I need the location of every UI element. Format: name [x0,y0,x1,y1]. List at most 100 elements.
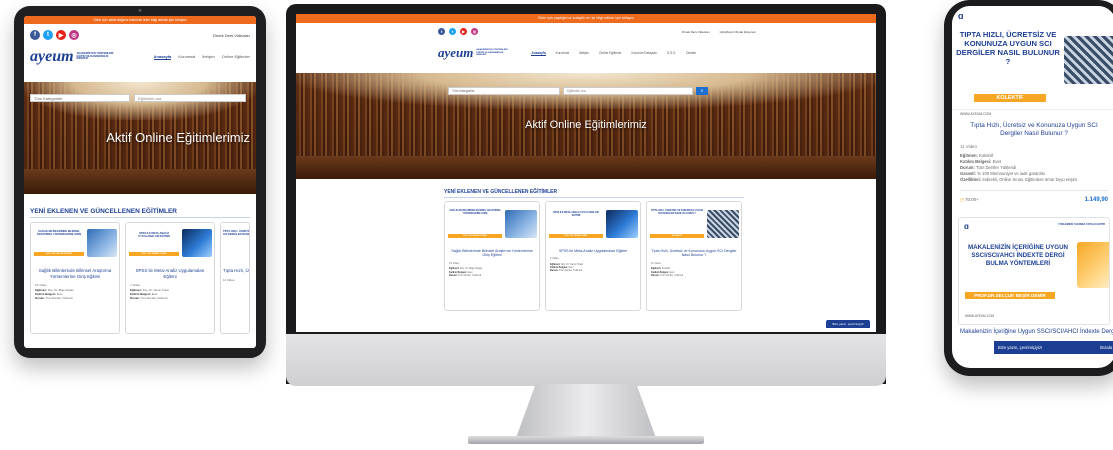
logo-tagline: AKADEMİSYEN YÖNTEMLERİ EĞİTİM VE DANIŞMA… [476,49,507,57]
course-name[interactable]: Tıpta Hızlı, Ücretsiz ve Konunuza Uygun … [651,249,737,258]
course-card[interactable]: ɑ YÜKLEMESİ YAKINDA YAPILACAKTIR MAKALEN… [958,217,1110,326]
course-meta: Eğitmen: Kolektif Katılım Belgesi: Evet … [651,267,737,277]
logo-tagline-line: MERKEZİ [476,54,487,57]
course-author: PROF.DR.SELÇUK BEŞİR DEMİR [965,292,1055,300]
course-name[interactable]: SPSS ile Meta-Analiz Uygulamaları Eğitim… [130,268,210,279]
desktop-header: ayeum AKADEMİSYEN YÖNTEMLERİ EĞİTİM VE D… [296,35,876,69]
chat-action[interactable]: İmzala [1100,345,1112,350]
search-bar: Tüm Kategoriler Eğitimleri ara [30,94,246,102]
course-name[interactable]: Makalenizin İçeriğine Uygun SSCI/SCI/AHC… [952,325,1113,339]
free-videos-link[interactable]: Örnek Ders Videoları [682,30,710,34]
meta-value: Tüm Dersler Yüklendi [458,273,482,277]
course-body: Sağlık Bilimlerinde Bilimsel Araştırma Y… [445,246,539,280]
desktop-screen: Sizin için yaptığımız kolaylık en iyi bi… [296,14,876,332]
course-body: Tıpta Hızlı, Ücretsiz ve Konunuza Uygun … [647,246,741,280]
brand-mark-icon: ɑ [958,11,964,21]
course-meta-row: Özellikleri: İndirekli, Online Sınav, Eğ… [960,177,1108,183]
live-chat-button[interactable]: Bize yazın, çevrimiçiyiz! İmzala [994,341,1113,354]
course-author: DOÇ. DR. BİLGE DOĞAN [448,234,502,238]
live-chat-button[interactable]: Bize yazın, çevrimiçiyiz! [826,320,870,328]
site-logo[interactable]: ayeum AKADEMİSYEN YÖNTEMLERİ EĞİTİM VE D… [30,48,113,66]
menu-item-home[interactable]: Anasayfa [531,51,546,56]
top-links: Örnek Ders Videoları Giriş/Kayıt Olmak İ… [682,30,756,34]
hero-banner: Tüm Kategoriler Eğitimleri ara Aktif Onl… [24,82,256,194]
facebook-icon[interactable]: f [438,28,445,35]
search-input[interactable]: Eğitimleri ara [134,94,246,102]
course-image-title: TIPTA HIZLI, ÜCRETSİZ VE KONUNUZA UYGUN … [956,30,1060,67]
youtube-icon[interactable]: ▶ [460,28,467,35]
menu-item-setup-details[interactable]: Kurulum Detayları [632,51,658,56]
search-button[interactable]: ⌕ [696,87,708,95]
youtube-icon[interactable]: ▶ [56,30,66,40]
menu-item-contact[interactable]: İletişim [202,54,214,60]
category-select[interactable]: Tüm Kategoriler [30,94,130,102]
tablet-header: ayeum AKADEMİSYEN YÖNTEMLERİ EĞİTİM VE D… [24,40,256,72]
course-carousel: SAĞLIK BİLİMLERİNDE BİLİMSEL ARAŞTIRMA Y… [296,198,876,311]
monitor-neck [516,384,656,438]
course-image-title: TIPTA HIZLI, ÜCRETSİZ VE KONUNUZA UYGUN … [651,210,703,215]
course-author: KOLEKTİF [974,94,1046,102]
course-meta: Eğitmen: Doç. Dr. Bilge Doğan Katılım Be… [35,288,115,301]
meta-key: Durum: [651,273,660,277]
meta-key: Durum: [130,295,140,300]
social-links: f t ▶ ◎ [30,30,79,40]
meta-key: Garanti: [960,170,977,176]
twitter-icon[interactable]: t [43,30,53,40]
announcement-bar[interactable]: Sizin için yaptığımız kolaylık en iyi bi… [296,14,876,23]
menu-item-home[interactable]: Anasayfa [153,54,172,60]
menu-item-support[interactable]: Destek [686,51,696,56]
login-link[interactable]: Giriş/Kayıt Olmak İstiyorum [720,30,756,34]
menu-item-faq[interactable]: S.S.S. [667,51,676,56]
course-card[interactable]: TIPTA HIZLI, ÜCRETSİZ VE KONUNUZA UYGUN … [220,222,250,334]
twitter-icon[interactable]: t [449,28,456,35]
menu-item-contact[interactable]: İletişim [579,51,589,56]
course-videos: 11 Video [223,277,235,282]
instagram-icon[interactable]: ◎ [471,28,478,35]
course-videos: 15 Video [35,283,47,287]
course-card[interactable]: SPSS İLE META-ANALİZ UYGULAMALARI EĞİTİM… [125,222,215,334]
menu-item-corporate[interactable]: Kurumsal [556,51,569,56]
tablet-screen: Sizin için aktarıldığına bakmak ister bi… [24,16,256,348]
monitor-base [468,436,704,444]
site-logo[interactable]: ayeum AKADEMİSYEN YÖNTEMLERİ EĞİTİM VE D… [438,45,507,61]
chat-label: Bize yazın, çevrimiçiyiz! [832,322,864,326]
course-meta-row: Durum: Tüm Dersler Yüklendi [35,296,115,301]
course-name[interactable]: Sağlık Bilimlerinde Bilimsel Araştırma Y… [35,268,115,279]
menu-item-online-courses[interactable]: Online Eğitimler [599,51,622,56]
section-title: YENİ EKLENEN VE GÜNCELLENEN EĞİTİMLER [444,189,558,195]
course-meta: Eğitmen: Kolektif Katılım Belgesi: Evet … [960,153,1108,182]
course-card[interactable]: SAĞLIK BİLİMLERİNDE BİLİMSEL ARAŞTIRMA Y… [444,201,540,311]
desktop-top-row: f t ▶ ◎ Örnek Ders Videoları Giriş/Kayıt… [296,23,876,35]
course-image-title: SAĞLIK BİLİMLERİNDE BİLİMSEL ARAŞTIRMA Y… [449,210,501,215]
menu-item-corporate[interactable]: Kurumsal [178,54,195,60]
category-select[interactable]: Tüm Kategoriler [448,87,560,95]
search-input[interactable]: Eğitimleri ara [563,87,693,95]
course-name[interactable]: Tıpta Hızlı, Ücretsiz ve Konunuza Uygun … [960,122,1108,138]
course-meta: Eğitmen: Doç. Dr. Demir Topal Katılım Be… [550,263,636,273]
free-videos-link[interactable]: Örnek Ders Videoları [213,33,250,38]
course-name[interactable]: Tıpta Hızlı, Ücretsiz ve Konunuza Uygun … [223,268,249,274]
instagram-icon[interactable]: ◎ [69,30,79,40]
logo-wordmark: ayeum [30,48,74,65]
course-body: Tıpta Hızlı, Ücretsiz ve Konunuza Uygun … [221,265,249,285]
course-carousel: SAĞLIK BİLİMLERİNDE BİLİMSEL ARAŞTIRMA Y… [24,218,256,338]
course-videos: 7 Video [130,283,141,287]
course-card[interactable]: TIPTA HIZLI, ÜCRETSİZ VE KONUNUZA UYGUN … [646,201,742,311]
menu-item-online-courses[interactable]: Online Eğitimler [222,54,250,60]
chat-label: Bize yazın, çevrimiçiyiz! [998,345,1043,350]
logo-tagline: AKADEMİSYEN YÖNTEMLERİ EĞİTİM VE DANIŞMA… [77,52,114,62]
course-card[interactable]: SPSS İLE META-ANALİZ UYGULAMALARI EĞİTİM… [545,201,641,311]
course-name[interactable]: Sağlık Bilimlerinde Bilimsel Araştırma Y… [449,249,535,258]
course-name[interactable]: SPSS ile Meta-Analiz Uygulamaları Eğitim… [550,249,636,253]
maze-illustration [707,210,739,238]
course-body: Sağlık Bilimlerinde Bilimsel Araştırma Y… [31,265,119,303]
section-header: YENİ EKLENEN VE GÜNCELLENEN EĞİTİMLER [296,179,876,198]
course-image: TIPTA HIZLI, ÜCRETSİZ VE KONUNUZA UYGUN … [647,202,741,246]
facebook-icon[interactable]: f [30,30,40,40]
maze-illustration [1064,36,1113,84]
meta-key: Özellikleri: [960,176,982,182]
course-card[interactable]: SAĞLIK BİLİMLERİNDE BİLİMSEL ARAŞTIRMA Y… [30,222,120,334]
brand-url: WWW.AYEUM.COM [960,112,992,116]
course-videos: 7 Video [550,257,559,261]
announcement-bar[interactable]: Sizin için aktarıldığına bakmak ister bi… [24,16,256,24]
